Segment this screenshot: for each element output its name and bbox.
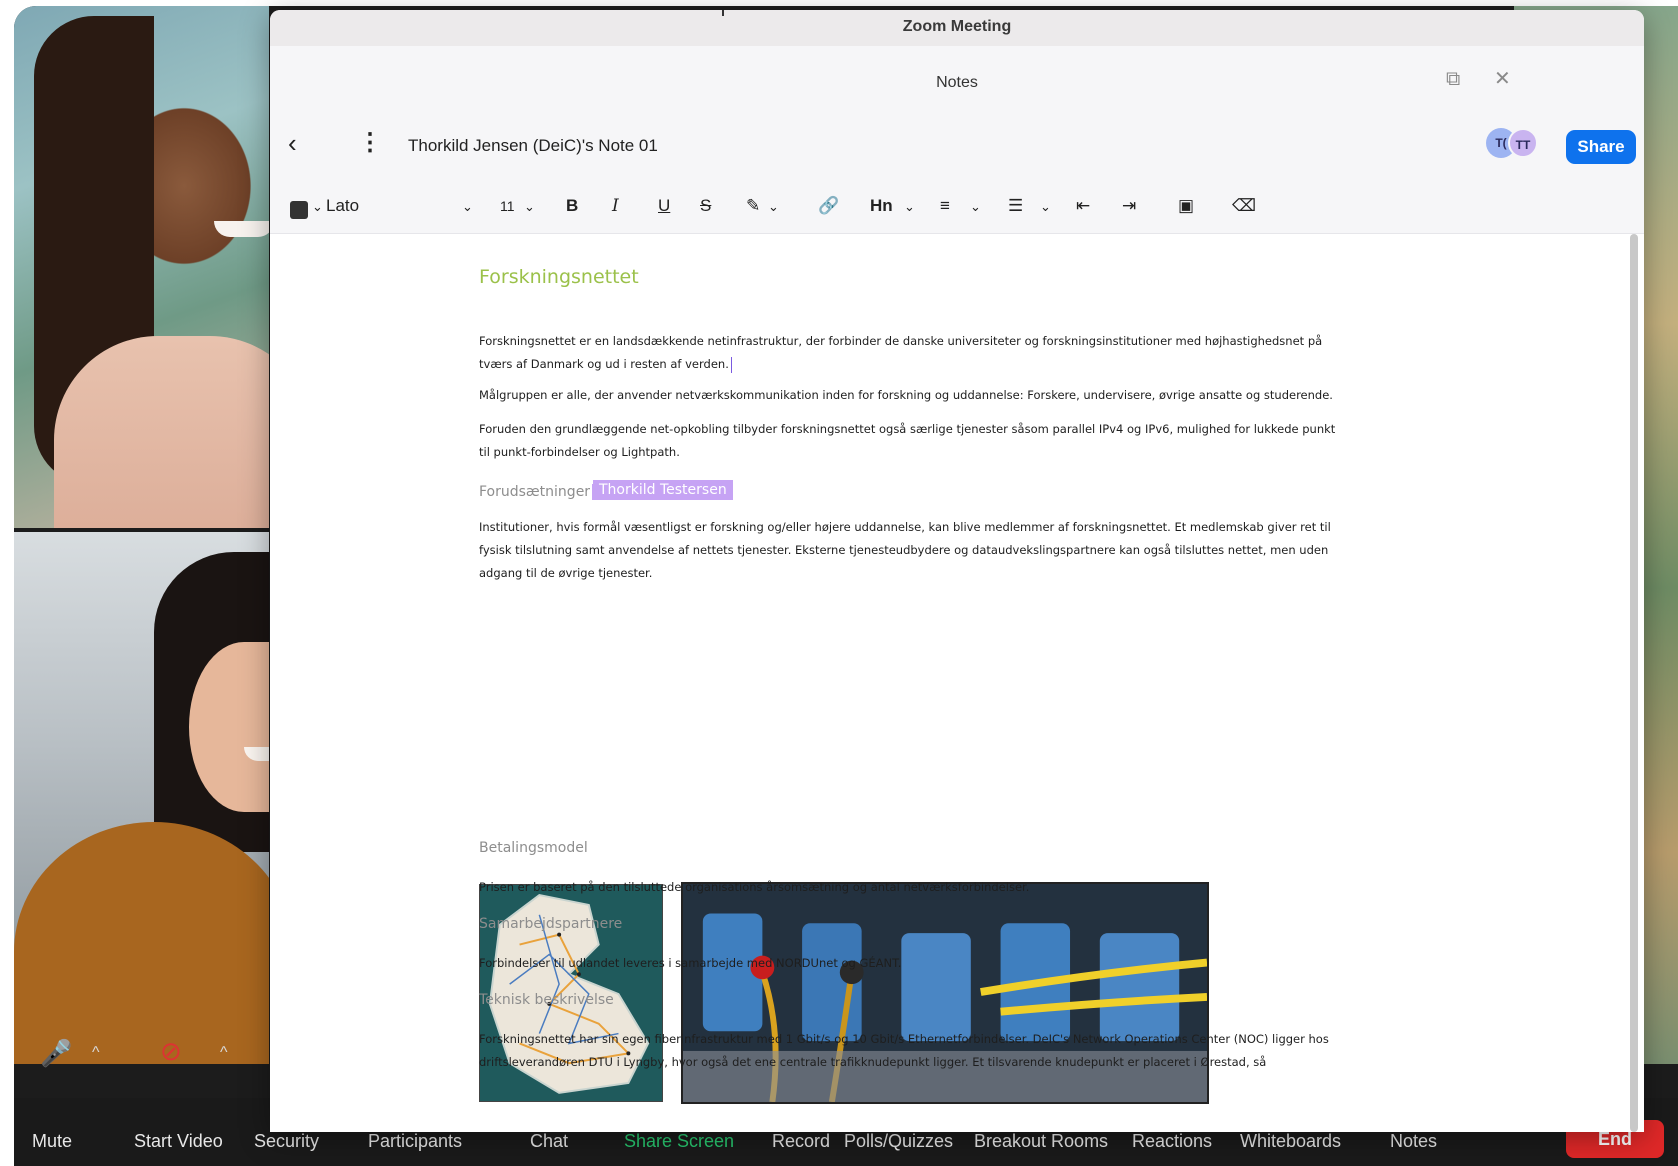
chevron-down-icon[interactable]: ⌄ — [1040, 199, 1051, 215]
underline-icon[interactable]: U — [658, 196, 670, 216]
paragraph[interactable]: Forbindelser til udlandet leveres i sama… — [479, 952, 1349, 975]
text-cursor — [730, 356, 732, 373]
security-button[interactable]: Security — [254, 1131, 319, 1152]
paragraph[interactable]: Institutioner, hvis formål væsentligst e… — [479, 516, 1349, 585]
participant-2-sweater — [14, 822, 269, 1064]
video-tile-participant-1[interactable] — [14, 6, 269, 528]
video-options-caret[interactable]: ^ — [220, 1044, 228, 1062]
strikethrough-icon[interactable]: S — [700, 196, 711, 216]
chat-button[interactable]: Chat — [530, 1131, 568, 1152]
font-family-select[interactable]: Lato — [326, 196, 359, 216]
list-icon[interactable]: ☰ — [1008, 196, 1023, 216]
start-video-button[interactable]: Start Video — [134, 1131, 223, 1152]
note-title[interactable]: Forskningsnettet — [479, 266, 639, 288]
section-heading[interactable]: Teknisk beskrivelse — [479, 992, 614, 1008]
section-heading[interactable]: Forudsætninger — [479, 484, 594, 500]
back-arrow-icon[interactable]: ‹ — [288, 128, 297, 159]
collaborator-cursor-label: Thorkild Testersen — [593, 480, 733, 500]
zoom-meeting-window: Zoom Meeting Notes ⧉ ✕ ‹ ⋮ Thorkild Jens… — [270, 10, 1644, 1132]
eraser-icon[interactable]: ⌫ — [1232, 196, 1256, 216]
align-icon[interactable]: ≡ — [940, 196, 950, 216]
highlight-pen-icon[interactable]: ✎ — [746, 196, 760, 216]
notes-panel-title: Notes — [936, 74, 978, 91]
note-page[interactable]: Forskningsnettet Forskningsnettet er en … — [270, 234, 1644, 1132]
section-heading[interactable]: Betalingsmodel — [479, 840, 588, 856]
section-heading-text: Forudsætninger — [479, 484, 591, 500]
whiteboards-button[interactable]: Whiteboards — [1240, 1131, 1341, 1152]
chevron-down-icon[interactable]: ⌄ — [768, 199, 779, 215]
font-size-select[interactable]: 11 — [500, 198, 515, 214]
reactions-button[interactable]: Reactions — [1132, 1131, 1212, 1152]
participant-1-smile — [214, 221, 269, 237]
share-note-button[interactable]: Share — [1566, 130, 1636, 164]
video-off-icon[interactable]: ⊘ — [160, 1036, 182, 1067]
pop-out-icon[interactable]: ⧉ — [1446, 68, 1460, 91]
bold-icon[interactable]: B — [566, 196, 578, 216]
participants-button[interactable]: Participants — [368, 1131, 462, 1152]
window-titlebar: Zoom Meeting — [270, 10, 1644, 46]
titlebar-marker — [722, 10, 724, 16]
paragraph-text: Forskningsnettet er en landsdækkende net… — [479, 334, 1323, 371]
close-icon[interactable]: ✕ — [1494, 66, 1511, 91]
scrollbar[interactable] — [1630, 234, 1638, 1132]
chevron-down-icon[interactable]: ⌄ — [312, 199, 323, 215]
section-heading[interactable]: Samarbejdspartnere — [479, 916, 622, 932]
notes-header: Notes ⧉ ✕ — [270, 46, 1644, 122]
record-button[interactable]: Record — [772, 1131, 830, 1152]
collaborator-cursor — [592, 484, 594, 500]
participant-1-shoulders — [54, 336, 269, 528]
microphone-icon[interactable]: 🎤 — [40, 1038, 72, 1069]
italic-icon[interactable]: I — [612, 196, 619, 216]
notes-button[interactable]: Notes — [1390, 1131, 1437, 1152]
heading-select[interactable]: Hn — [870, 196, 893, 216]
link-icon[interactable]: 🔗 — [818, 196, 839, 216]
chevron-down-icon[interactable]: ⌄ — [904, 199, 915, 215]
chevron-down-icon[interactable]: ⌄ — [524, 199, 535, 215]
document-bar: ‹ ⋮ Thorkild Jensen (DeiC)'s Note 01 T( … — [270, 114, 1644, 182]
paragraph[interactable]: Prisen er baseret på den tilsluttede org… — [479, 876, 1349, 899]
mute-button[interactable]: Mute — [32, 1131, 72, 1152]
mute-options-caret[interactable]: ^ — [92, 1044, 100, 1062]
video-tile-participant-2[interactable] — [14, 532, 269, 1064]
image-icon[interactable]: ▣ — [1178, 196, 1194, 216]
polls-button[interactable]: Polls/Quizzes — [844, 1131, 953, 1152]
share-screen-button[interactable]: Share Screen — [624, 1131, 734, 1152]
chevron-down-icon[interactable]: ⌄ — [462, 199, 473, 215]
paragraph[interactable]: Forskningsnettet er en landsdækkende net… — [479, 330, 1349, 376]
paragraph[interactable]: Målgruppen er alle, der anvender netværk… — [479, 384, 1349, 407]
document-name[interactable]: Thorkild Jensen (DeiC)'s Note 01 — [408, 136, 658, 156]
format-toolbar: ⌄ Lato ⌄ 11 ⌄ B I U S ✎ ⌄ 🔗 Hn ⌄ ≡ ⌄ ☰ ⌄… — [270, 182, 1644, 234]
avatar[interactable]: TT — [1508, 128, 1538, 158]
text-color-swatch[interactable] — [290, 201, 308, 219]
chevron-down-icon[interactable]: ⌄ — [970, 199, 981, 215]
indent-icon[interactable]: ⇥ — [1122, 196, 1136, 216]
window-title: Zoom Meeting — [902, 18, 1012, 35]
more-options-icon[interactable]: ⋮ — [358, 128, 382, 157]
paragraph[interactable]: Forskningsnettet har sin egen fiberinfra… — [479, 1028, 1349, 1074]
paragraph[interactable]: Foruden den grundlæggende net-opkobling … — [479, 418, 1349, 464]
outdent-icon[interactable]: ⇤ — [1076, 196, 1090, 216]
breakout-rooms-button[interactable]: Breakout Rooms — [974, 1131, 1108, 1152]
